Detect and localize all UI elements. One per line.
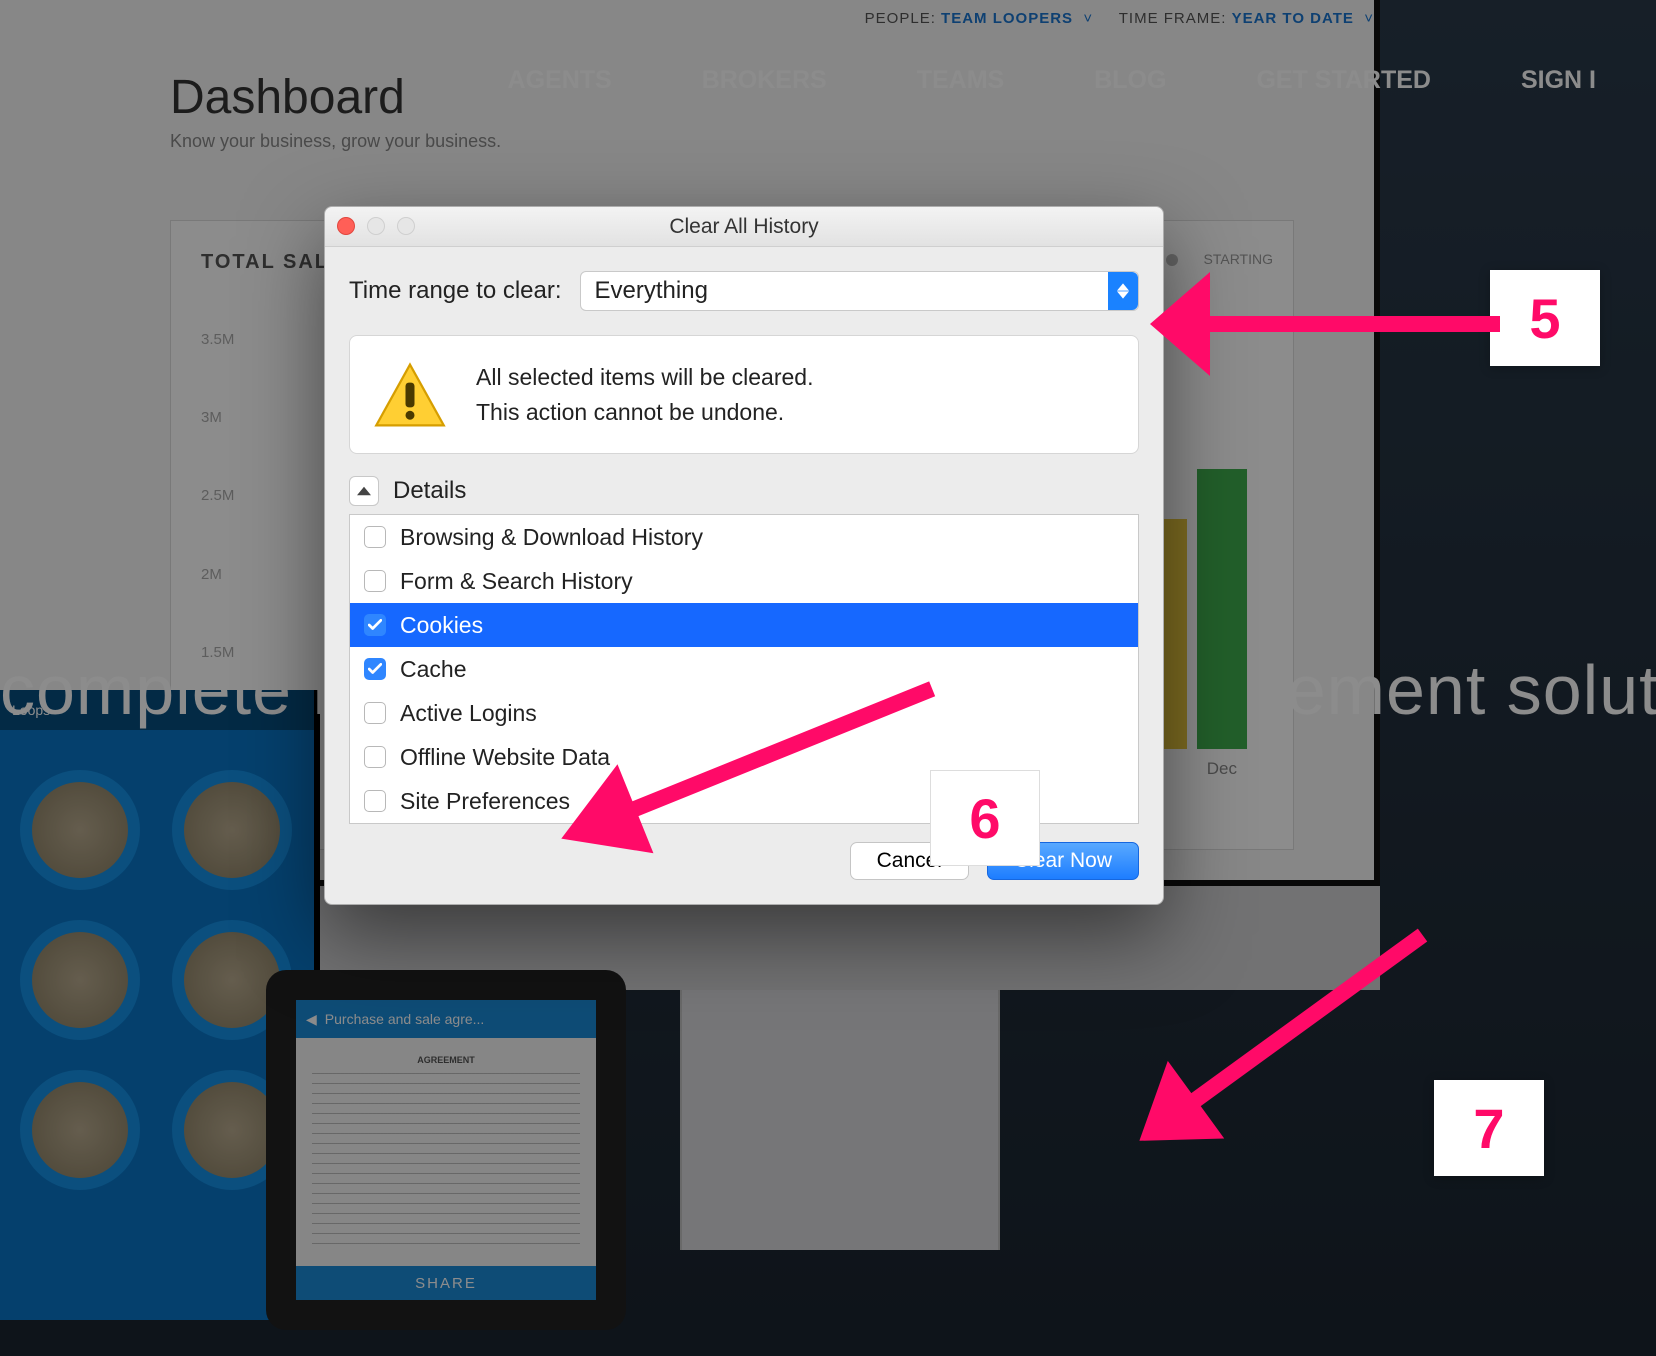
dialog-title: Clear All History — [325, 215, 1163, 239]
history-item-1[interactable]: Form & Search History — [350, 559, 1138, 603]
details-label: Details — [393, 477, 466, 505]
history-item-checkbox[interactable] — [364, 658, 386, 680]
history-item-label: Cookies — [400, 612, 483, 639]
history-item-label: Form & Search History — [400, 568, 633, 595]
window-minimize-button[interactable] — [367, 217, 385, 235]
time-range-select[interactable]: Everything — [580, 271, 1139, 311]
details-toggle[interactable] — [349, 476, 379, 506]
warning-icon — [374, 362, 446, 428]
window-close-button[interactable] — [337, 217, 355, 235]
window-zoom-button[interactable] — [397, 217, 415, 235]
history-item-checkbox[interactable] — [364, 570, 386, 592]
time-range-value: Everything — [595, 277, 708, 305]
warning-panel: All selected items will be cleared. This… — [349, 335, 1139, 454]
callout-arrow-7 — [1105, 920, 1465, 1150]
history-item-label: Browsing & Download History — [400, 524, 703, 551]
callout-arrow-6 — [546, 660, 966, 860]
history-item-0[interactable]: Browsing & Download History — [350, 515, 1138, 559]
warning-line-2: This action cannot be undone. — [476, 395, 813, 430]
history-item-2[interactable]: Cookies — [350, 603, 1138, 647]
callout-arrow-5 — [1150, 244, 1510, 404]
time-range-label: Time range to clear: — [349, 277, 562, 305]
history-item-label: Cache — [400, 656, 466, 683]
chevron-up-icon — [357, 486, 371, 496]
select-chevron-icon — [1108, 272, 1138, 310]
history-item-checkbox[interactable] — [364, 526, 386, 548]
history-item-checkbox[interactable] — [364, 746, 386, 768]
history-item-checkbox[interactable] — [364, 614, 386, 636]
history-item-checkbox[interactable] — [364, 790, 386, 812]
warning-line-1: All selected items will be cleared. — [476, 360, 813, 395]
history-item-label: Active Logins — [400, 700, 537, 727]
dialog-titlebar[interactable]: Clear All History — [325, 207, 1163, 247]
history-item-checkbox[interactable] — [364, 702, 386, 724]
history-item-label: Site Preferences — [400, 788, 570, 815]
